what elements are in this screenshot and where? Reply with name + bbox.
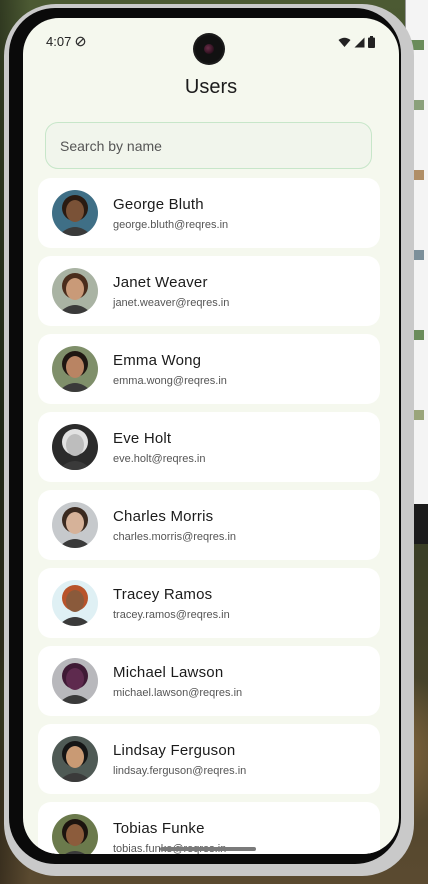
user-card[interactable]: George Bluth george.bluth@reqres.in (38, 178, 380, 248)
do-not-disturb-icon (75, 36, 86, 47)
user-name: Charles Morris (113, 508, 214, 525)
user-name: Emma Wong (113, 352, 202, 369)
user-email: eve.holt@reqres.in (113, 453, 206, 465)
front-camera (195, 35, 223, 63)
user-name: Tracey Ramos (113, 586, 213, 603)
wifi-icon (338, 37, 351, 47)
user-email: george.bluth@reqres.in (113, 219, 229, 231)
user-card[interactable]: Eve Holt eve.holt@reqres.in (38, 412, 380, 482)
user-card[interactable]: Emma Wong emma.wong@reqres.in (38, 334, 380, 404)
avatar (52, 190, 98, 236)
user-name: Eve Holt (113, 430, 172, 447)
user-name: Janet Weaver (113, 274, 208, 291)
status-icons (338, 36, 375, 48)
user-email: tracey.ramos@reqres.in (113, 609, 230, 621)
user-name: Lindsay Ferguson (113, 742, 236, 759)
page-title: Users (184, 76, 238, 98)
user-email: michael.lawson@reqres.in (113, 687, 243, 699)
home-indicator[interactable] (160, 847, 256, 851)
search-field[interactable] (45, 122, 372, 169)
user-name: George Bluth (113, 196, 204, 213)
avatar (52, 502, 98, 548)
avatar (52, 814, 98, 854)
avatar (52, 424, 98, 470)
user-card[interactable]: Tracey Ramos tracey.ramos@reqres.in (38, 568, 380, 638)
avatar (52, 736, 98, 782)
user-card[interactable]: Charles Morris charles.morris@reqres.in (38, 490, 380, 560)
user-email: charles.morris@reqres.in (113, 531, 237, 543)
status-time: 4:07 (46, 34, 72, 49)
app-screen: 4:07 Users George Bluth george.bluth@reqr… (23, 18, 399, 854)
avatar (52, 346, 98, 392)
user-card[interactable]: Janet Weaver janet.weaver@reqres.in (38, 256, 380, 326)
battery-icon (368, 36, 375, 48)
user-name: Michael Lawson (113, 664, 224, 681)
avatar (52, 268, 98, 314)
avatar (52, 580, 98, 626)
user-email: lindsay.ferguson@reqres.in (113, 765, 247, 777)
user-card[interactable]: Lindsay Ferguson lindsay.ferguson@reqres.… (38, 724, 380, 794)
signal-icon (354, 37, 365, 47)
avatar (52, 658, 98, 704)
user-email: janet.weaver@reqres.in (113, 297, 230, 309)
user-card[interactable]: Michael Lawson michael.lawson@reqres.in (38, 646, 380, 716)
user-email: emma.wong@reqres.in (113, 375, 227, 387)
status-bar: 4:07 (23, 18, 399, 63)
user-name: Tobias Funke (113, 820, 205, 837)
search-input[interactable] (46, 123, 371, 168)
user-list: George Bluth george.bluth@reqres.in Janet … (38, 178, 380, 854)
